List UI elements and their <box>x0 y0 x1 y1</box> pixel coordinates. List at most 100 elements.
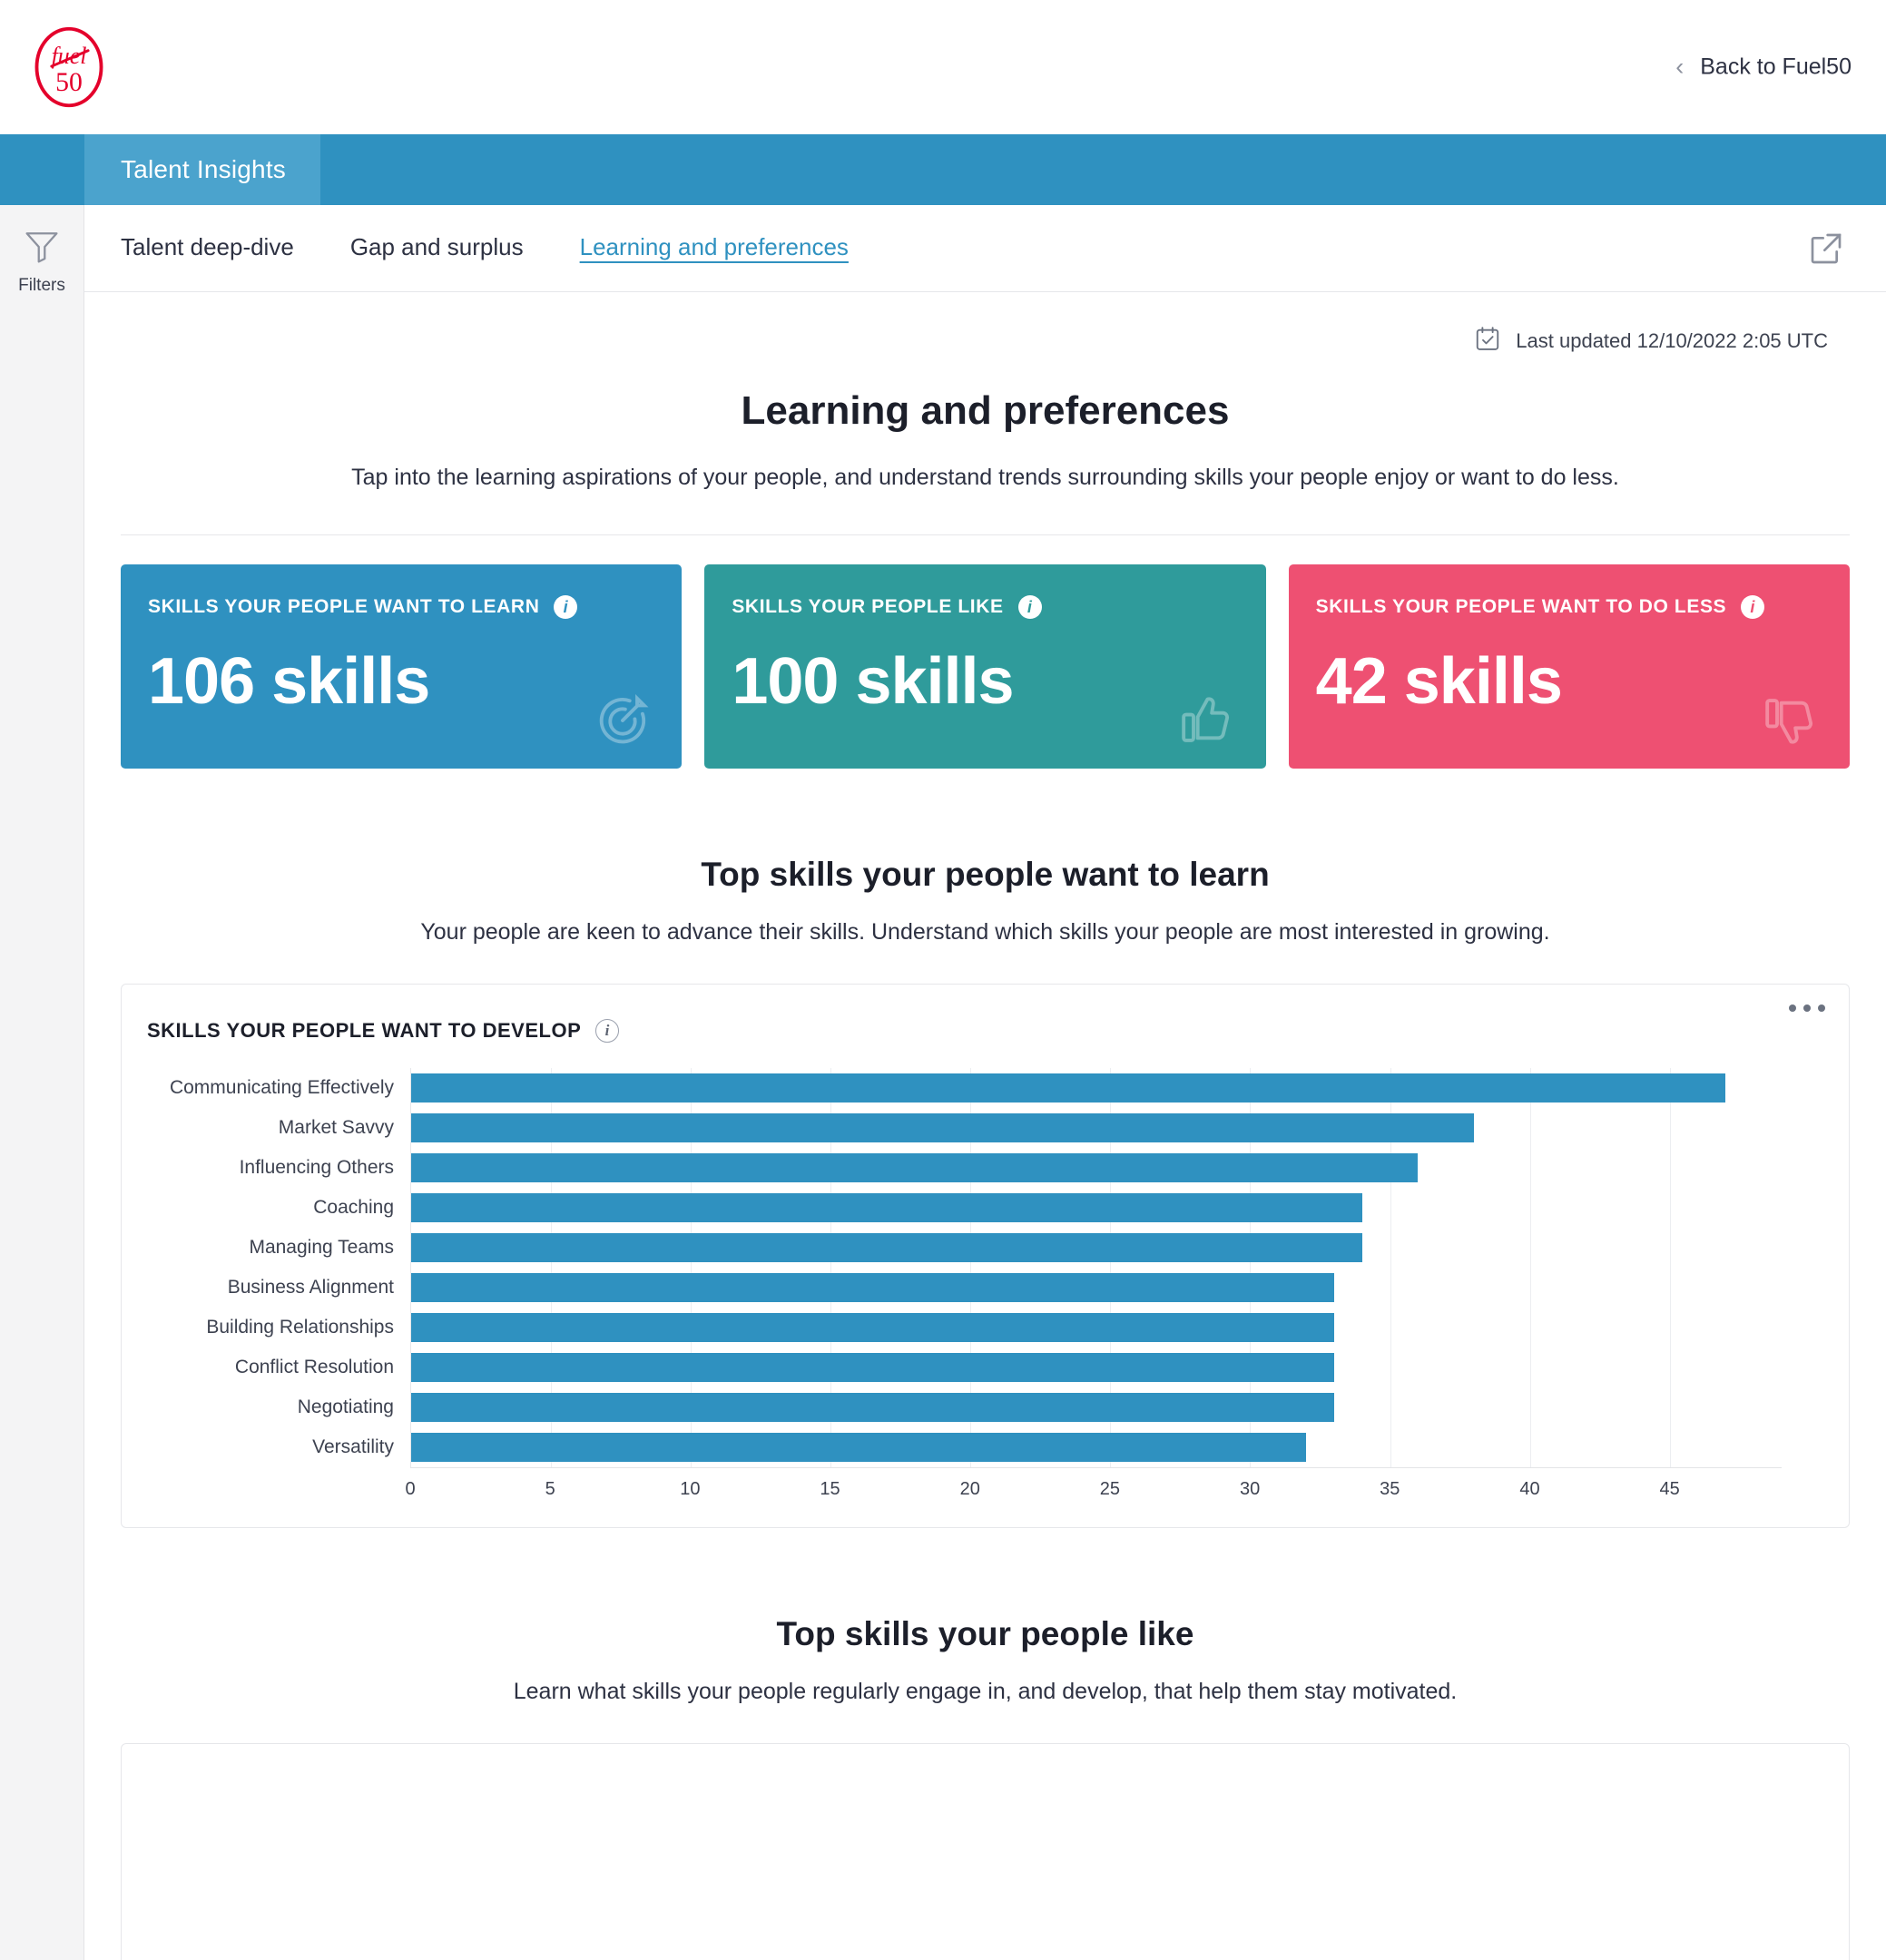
bar-chart-row <box>411 1188 1782 1228</box>
page-title: Learning and preferences <box>741 388 1230 433</box>
bar-chart-row <box>411 1387 1782 1427</box>
target-icon <box>594 692 651 749</box>
x-axis-tick: 35 <box>1380 1479 1400 1499</box>
x-axis-tick: 25 <box>1099 1479 1121 1499</box>
stat-card-header: SKILLS YOUR PEOPLE WANT TO LEARN i <box>148 595 654 619</box>
app-bar: Talent Insights <box>0 134 1886 205</box>
bar-chart-category-label: Business Alignment <box>227 1277 394 1298</box>
bar-chart-category-label: Coaching <box>313 1197 394 1218</box>
chart-card-skills-to-develop: SKILLS YOUR PEOPLE WANT TO DEVELOP i Com… <box>121 984 1850 1528</box>
bar-chart-row <box>411 1148 1782 1188</box>
info-icon[interactable]: i <box>1017 595 1042 619</box>
export-button[interactable] <box>1808 230 1844 267</box>
thumbs-up-icon <box>1179 692 1235 749</box>
bar-chart-category-label: Managing Teams <box>249 1237 394 1258</box>
section-title-people-like: Top skills your people like <box>776 1615 1194 1652</box>
x-axis-tick: 40 <box>1519 1479 1540 1499</box>
chart-card-title: SKILLS YOUR PEOPLE WANT TO DEVELOP <box>147 1019 582 1042</box>
bar-chart-row <box>411 1427 1782 1467</box>
bar-chart-row <box>411 1108 1782 1148</box>
external-link-icon <box>1808 233 1844 270</box>
back-link-label: Back to Fuel50 <box>1700 54 1852 80</box>
bar[interactable] <box>411 1193 1362 1222</box>
content-area: Talent deep-dive Gap and surplus Learnin… <box>84 205 1886 1960</box>
bar-chart-category-labels: Communicating Effectively Market Savvy Inf… <box>147 1068 410 1467</box>
bar-chart-category-label: Building Relationships <box>206 1317 394 1338</box>
section-title-want-to-learn: Top skills your people want to learn <box>701 856 1270 893</box>
stat-card-value: 42 skills <box>1315 645 1563 718</box>
app-bar-talent-insights-tab[interactable]: Talent Insights <box>84 134 320 205</box>
app-bar-gutter <box>0 134 84 205</box>
x-axis-tick: 10 <box>680 1479 701 1499</box>
main-layout: Filters Talent deep-dive Gap and surplus… <box>0 205 1886 1960</box>
bar-chart-row <box>411 1348 1782 1387</box>
x-axis-tick: 0 <box>405 1479 416 1499</box>
x-axis-tick: 45 <box>1659 1479 1680 1499</box>
page-subtitle: Tap into the learning aspirations of you… <box>121 465 1850 535</box>
stat-cards-row: SKILLS YOUR PEOPLE WANT TO LEARN i 106 s… <box>121 564 1850 769</box>
kebab-menu-icon[interactable] <box>1789 1004 1825 1012</box>
tab-learning-and-preferences[interactable]: Learning and preferences <box>580 233 849 264</box>
stat-card-do-less[interactable]: SKILLS YOUR PEOPLE WANT TO DO LESS i 42 … <box>1288 564 1850 769</box>
bar-chart-category-label: Negotiating <box>297 1396 394 1417</box>
bar-chart-row <box>411 1308 1782 1348</box>
stat-card-value: 106 skills <box>148 645 430 718</box>
calendar-check-icon <box>1474 325 1501 358</box>
x-axis-tick: 20 <box>959 1479 980 1499</box>
bar[interactable] <box>411 1113 1475 1142</box>
bar[interactable] <box>411 1153 1419 1182</box>
stat-card-header: SKILLS YOUR PEOPLE LIKE i <box>732 595 1238 619</box>
bar[interactable] <box>411 1073 1726 1102</box>
x-axis-tick-labels: 0 5 10 15 20 25 30 35 40 45 <box>405 1468 1782 1504</box>
chart-card-title-row: SKILLS YOUR PEOPLE WANT TO DEVELOP i <box>147 1019 1818 1043</box>
bar[interactable] <box>411 1313 1334 1342</box>
bar[interactable] <box>411 1393 1334 1422</box>
back-to-fuel50-link[interactable]: ‹ Back to Fuel50 <box>1675 54 1852 81</box>
info-icon[interactable]: i <box>595 1019 620 1043</box>
bar-chart-category-label: Influencing Others <box>239 1157 394 1178</box>
bar[interactable] <box>411 1353 1334 1382</box>
filters-button[interactable]: Filters <box>0 230 83 296</box>
funnel-icon <box>24 230 60 268</box>
bar[interactable] <box>411 1273 1334 1302</box>
stat-card-label: SKILLS YOUR PEOPLE WANT TO LEARN <box>148 596 540 617</box>
top-header-bar: fuel 50 ‹ Back to Fuel50 <box>0 0 1886 134</box>
tab-bar: Talent deep-dive Gap and surplus Learnin… <box>84 205 1886 292</box>
bar-chart-bars <box>411 1068 1782 1467</box>
section-subtitle-people-like: Learn what skills your people regularly … <box>513 1679 1458 1704</box>
x-axis-tick: 30 <box>1239 1479 1261 1499</box>
tab-gap-and-surplus[interactable]: Gap and surplus <box>350 233 524 264</box>
app-bar-title: Talent Insights <box>121 155 286 183</box>
stat-card-label: SKILLS YOUR PEOPLE LIKE <box>732 596 1004 617</box>
bar-chart-plot-area <box>410 1068 1782 1467</box>
section-subtitle-want-to-learn: Your people are keen to advance their sk… <box>420 919 1550 945</box>
info-icon[interactable]: i <box>554 595 578 619</box>
filters-sidebar: Filters <box>0 205 84 1960</box>
info-icon[interactable]: i <box>1741 595 1765 619</box>
tab-talent-deep-dive[interactable]: Talent deep-dive <box>121 233 294 264</box>
bar-chart-x-axis: 0 5 10 15 20 25 30 35 40 45 <box>405 1467 1782 1504</box>
bar-chart-row <box>411 1228 1782 1268</box>
x-axis-tick: 15 <box>820 1479 840 1499</box>
x-axis-tick: 5 <box>545 1479 555 1499</box>
thumbs-down-icon <box>1763 692 1819 749</box>
bar-chart-category-label: Communicating Effectively <box>169 1077 394 1098</box>
filters-label: Filters <box>18 276 65 295</box>
bar-chart-category-label: Market Savvy <box>278 1117 394 1138</box>
stat-card-label: SKILLS YOUR PEOPLE WANT TO DO LESS <box>1315 596 1727 617</box>
stat-card-value: 100 skills <box>732 645 1014 718</box>
bar-chart-row <box>411 1268 1782 1308</box>
chevron-left-icon: ‹ <box>1675 53 1685 81</box>
bar[interactable] <box>411 1433 1307 1462</box>
last-updated-row: Last updated 12/10/2022 2:05 UTC <box>121 292 1850 358</box>
bar[interactable] <box>411 1233 1362 1262</box>
stat-card-people-like[interactable]: SKILLS YOUR PEOPLE LIKE i 100 skills <box>704 564 1266 769</box>
fuel50-logo[interactable]: fuel 50 <box>25 24 113 111</box>
stat-card-want-to-learn[interactable]: SKILLS YOUR PEOPLE WANT TO LEARN i 106 s… <box>121 564 683 769</box>
content-pane: Last updated 12/10/2022 2:05 UTC Learnin… <box>84 292 1886 1960</box>
bar-chart-category-label: Versatility <box>312 1436 394 1457</box>
bar-chart-category-label: Conflict Resolution <box>234 1357 394 1377</box>
bar-chart: Communicating Effectively Market Savvy Inf… <box>147 1068 1818 1522</box>
chart-card-skills-people-like <box>121 1743 1850 1960</box>
last-updated-label: Last updated 12/10/2022 2:05 UTC <box>1516 329 1828 352</box>
